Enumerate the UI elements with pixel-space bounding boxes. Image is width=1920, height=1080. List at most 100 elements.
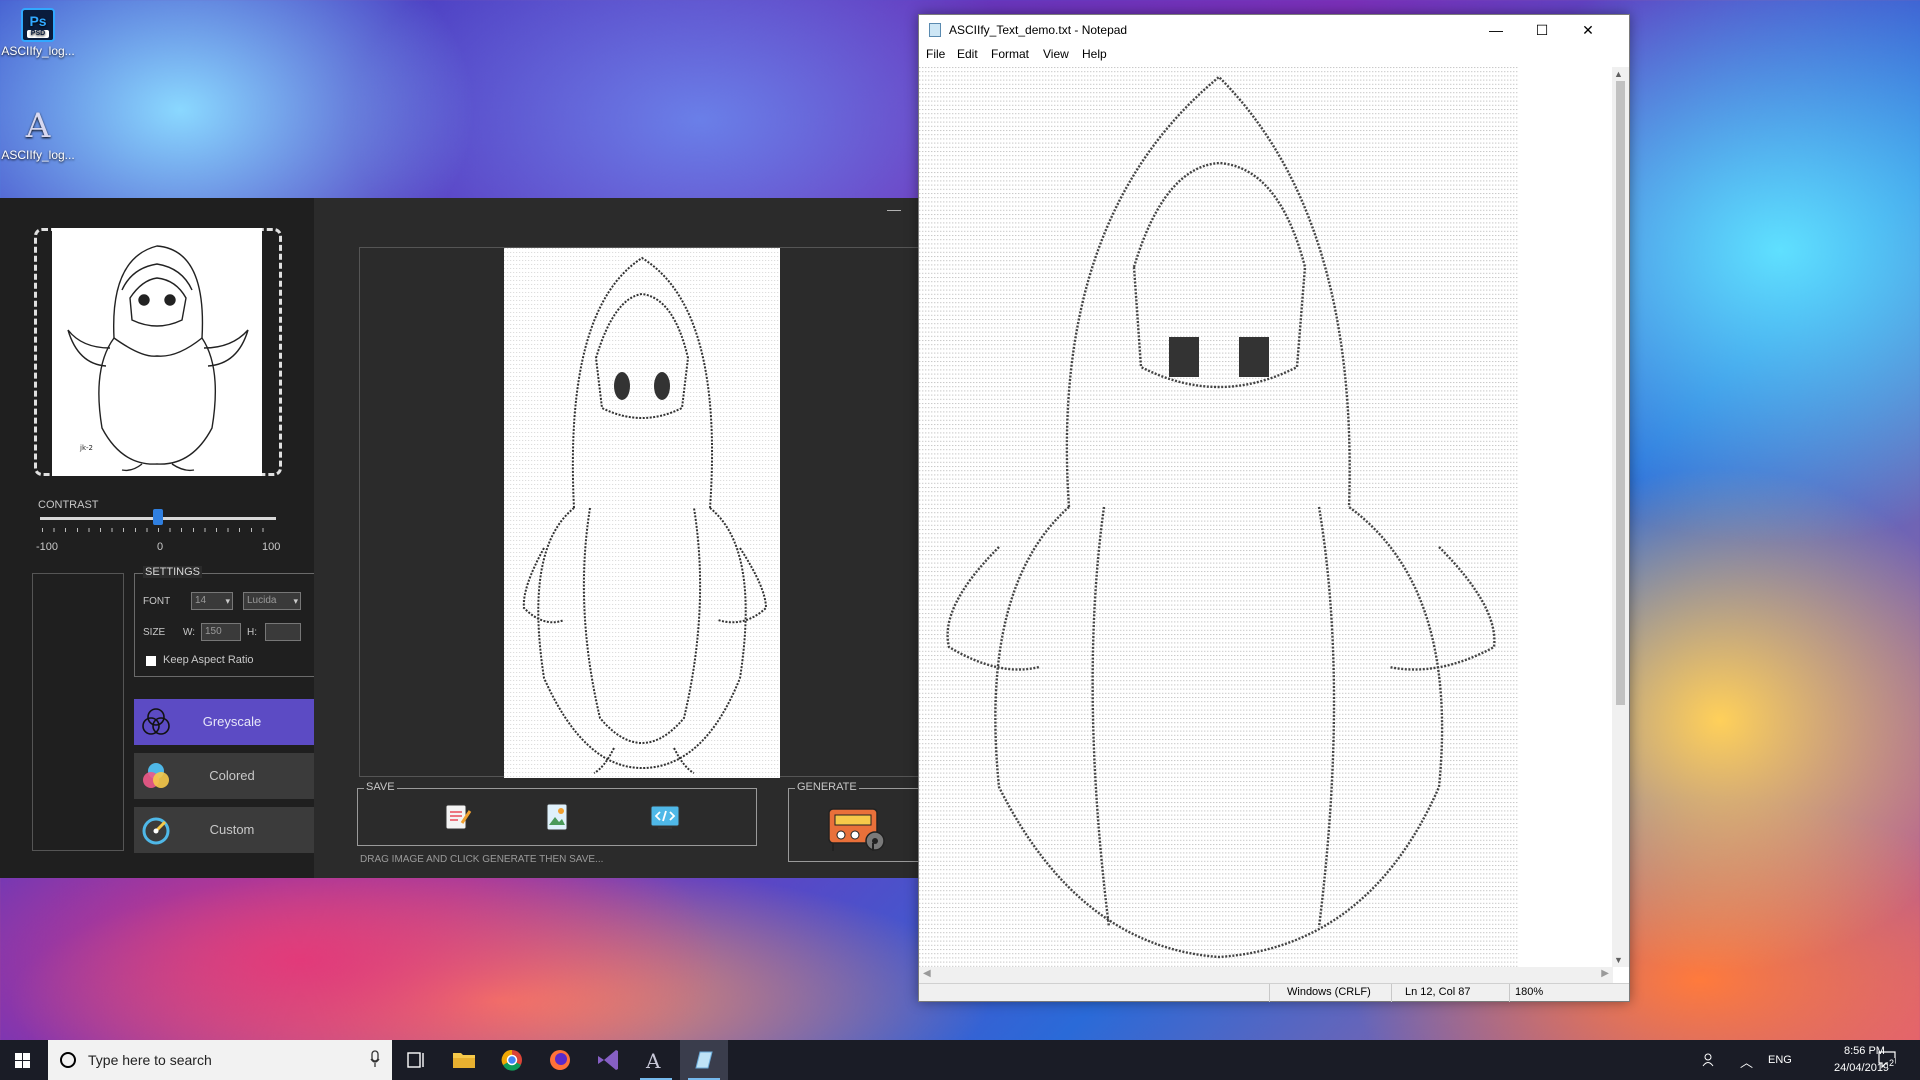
font-family-value: Lucida bbox=[247, 595, 277, 606]
start-button[interactable] bbox=[0, 1040, 46, 1080]
minimize-button[interactable]: — bbox=[1473, 15, 1519, 45]
scroll-left-icon[interactable]: ◀ bbox=[923, 968, 931, 979]
people-icon[interactable] bbox=[1700, 1050, 1720, 1070]
font-size-value: 14 bbox=[195, 595, 207, 606]
save-text-icon[interactable] bbox=[440, 801, 474, 833]
taskbar-asciify[interactable]: A bbox=[632, 1040, 680, 1080]
notepad-icon bbox=[929, 23, 941, 37]
custom-mode-button[interactable]: Custom bbox=[134, 807, 314, 853]
asciify-logo-icon: A bbox=[25, 106, 51, 146]
height-label: H: bbox=[247, 627, 257, 638]
ascii-preview-image bbox=[504, 248, 780, 778]
svg-text:jk-2: jk-2 bbox=[79, 444, 93, 452]
task-view-button[interactable] bbox=[392, 1040, 440, 1080]
language-indicator[interactable]: ENG bbox=[1768, 1054, 1792, 1066]
taskbar-notepad[interactable] bbox=[680, 1040, 728, 1080]
sketch-illustration: jk-2 bbox=[67, 245, 249, 472]
menu-format[interactable]: Format bbox=[991, 47, 1029, 61]
folder-icon bbox=[453, 1053, 475, 1068]
size-label: SIZE bbox=[143, 627, 166, 638]
vertical-scrollbar[interactable]: ▲ ▼ bbox=[1612, 67, 1629, 967]
chevron-down-icon: ▾ bbox=[225, 596, 230, 606]
search-placeholder: Type here to search bbox=[88, 1052, 212, 1068]
task-view-icon bbox=[407, 1052, 424, 1068]
firefox-icon bbox=[550, 1050, 570, 1070]
width-input[interactable]: 150 bbox=[201, 623, 241, 641]
menu-view[interactable]: View bbox=[1043, 47, 1069, 61]
desktop-icon-label: ASCIIfy_log... bbox=[1, 44, 75, 58]
save-image-icon[interactable] bbox=[540, 801, 574, 833]
save-html-icon[interactable] bbox=[648, 801, 682, 833]
zoom-status: 180% bbox=[1515, 986, 1544, 998]
contrast-max-label: 100 bbox=[262, 541, 281, 553]
visual-studio-icon bbox=[598, 1050, 618, 1070]
windows-logo-icon bbox=[15, 1053, 30, 1068]
notification-count: 2 bbox=[1888, 1058, 1896, 1068]
settings-title: SETTINGS bbox=[143, 566, 203, 578]
contrast-mid-label: 0 bbox=[157, 541, 164, 553]
notepad-title: ASCIIfy_Text_demo.txt - Notepad bbox=[949, 23, 1128, 37]
close-button[interactable]: ✕ bbox=[1565, 15, 1611, 45]
greyscale-label: Greyscale bbox=[202, 714, 262, 729]
taskbar-search[interactable]: Type here to search bbox=[48, 1040, 392, 1080]
taskbar-file-explorer[interactable] bbox=[440, 1040, 488, 1080]
scroll-down-icon[interactable]: ▼ bbox=[1614, 955, 1623, 965]
notepad-menubar: File Edit Format View Help bbox=[919, 45, 1629, 65]
notepad-app-icon bbox=[695, 1051, 713, 1069]
asciify-window: — jk-2 CONTRAST -100 0 100 SETTINGS FONT… bbox=[0, 198, 919, 878]
save-group: SAVE bbox=[357, 781, 757, 846]
microphone-icon[interactable] bbox=[370, 1050, 380, 1068]
action-center-button[interactable]: 2 bbox=[1876, 1048, 1904, 1072]
colored-circles-icon bbox=[143, 763, 169, 788]
notepad-window: ASCIIfy_Text_demo.txt - Notepad — ☐ ✕ Fi… bbox=[918, 14, 1630, 1002]
desktop-icon-asciify[interactable]: A ASCIIfy_log... bbox=[0, 106, 76, 162]
keep-aspect-label: Keep Aspect Ratio bbox=[163, 654, 254, 666]
custom-gauge-icon bbox=[142, 817, 170, 845]
maximize-button[interactable]: ☐ bbox=[1519, 15, 1565, 45]
font-label: FONT bbox=[143, 596, 171, 607]
horizontal-scrollbar[interactable]: ◀ ▶ bbox=[919, 967, 1613, 984]
taskbar-chrome[interactable] bbox=[488, 1040, 536, 1080]
generate-machine-icon[interactable] bbox=[825, 801, 887, 853]
font-family-select[interactable]: Lucida ▾ bbox=[243, 592, 301, 610]
vertical-scroll-thumb[interactable] bbox=[1616, 81, 1625, 705]
menu-file[interactable]: File bbox=[926, 47, 945, 61]
svg-text:A: A bbox=[645, 1049, 661, 1073]
generate-group: GENERATE bbox=[788, 781, 918, 862]
minimize-button[interactable]: — bbox=[882, 198, 906, 222]
greyscale-mode-button[interactable]: Greyscale bbox=[134, 699, 314, 745]
color-swatch-panel bbox=[32, 573, 124, 851]
line-ending-status: Windows (CRLF) bbox=[1287, 986, 1371, 998]
desktop-icon-label: ASCIIfy_log... bbox=[1, 148, 75, 162]
greyscale-circles-icon bbox=[142, 708, 170, 735]
instruction-hint: DRAG IMAGE AND CLICK GENERATE THEN SAVE.… bbox=[360, 854, 604, 865]
height-input[interactable] bbox=[265, 623, 301, 641]
cortana-icon bbox=[60, 1052, 76, 1068]
keep-aspect-checkbox[interactable] bbox=[146, 656, 156, 666]
chevron-down-icon: ▾ bbox=[293, 596, 298, 606]
contrast-min-label: -100 bbox=[36, 541, 59, 553]
menu-edit[interactable]: Edit bbox=[957, 47, 978, 61]
ascii-art-text bbox=[919, 67, 1519, 967]
notepad-titlebar[interactable]: ASCIIfy_Text_demo.txt - Notepad — ☐ ✕ bbox=[919, 15, 1629, 45]
contrast-slider-ticks bbox=[42, 528, 274, 532]
taskbar-firefox[interactable] bbox=[536, 1040, 584, 1080]
width-label: W: bbox=[183, 627, 196, 638]
source-image-thumbnail: jk-2 bbox=[52, 228, 262, 476]
photoshop-icon: Ps PSD bbox=[21, 8, 55, 42]
menu-help[interactable]: Help bbox=[1082, 47, 1107, 61]
font-size-select[interactable]: 14 ▾ bbox=[191, 592, 233, 610]
scroll-up-icon[interactable]: ▲ bbox=[1614, 69, 1623, 79]
asciify-app-icon: A bbox=[645, 1049, 661, 1073]
notepad-text-area[interactable] bbox=[919, 67, 1613, 967]
save-title: SAVE bbox=[364, 781, 397, 793]
colored-mode-button[interactable]: Colored bbox=[134, 753, 314, 799]
custom-label: Custom bbox=[209, 822, 255, 837]
show-hidden-icons[interactable]: ︿ bbox=[1740, 1052, 1753, 1071]
cursor-position-status: Ln 12, Col 87 bbox=[1405, 986, 1471, 998]
taskbar-visual-studio[interactable] bbox=[584, 1040, 632, 1080]
contrast-slider-thumb[interactable] bbox=[153, 509, 163, 525]
desktop-icon-psd[interactable]: Ps PSD ASCIIfy_log... bbox=[0, 8, 76, 58]
scroll-right-icon[interactable]: ▶ bbox=[1601, 968, 1609, 979]
taskbar: Type here to search A ︿ ENG 8:56 PM 24/0… bbox=[0, 1040, 1920, 1080]
